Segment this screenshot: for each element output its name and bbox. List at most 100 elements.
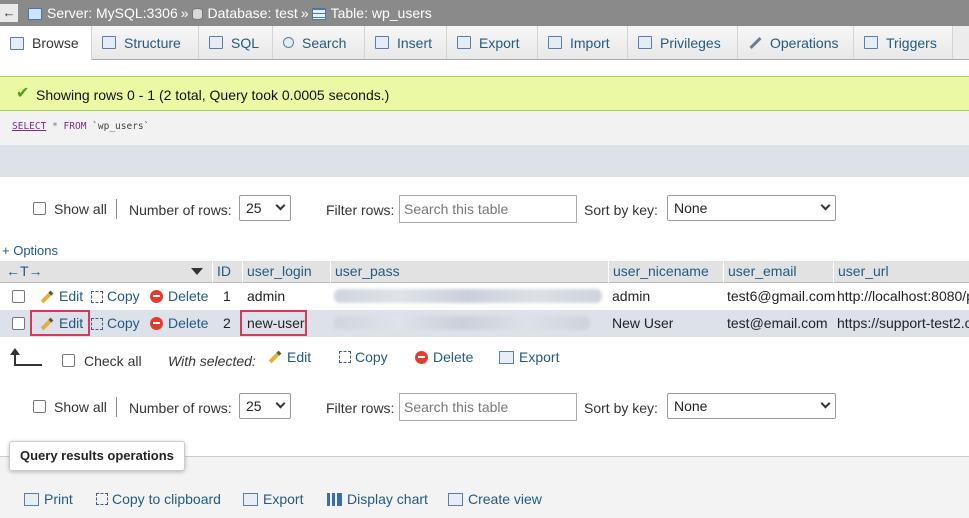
- number-of-rows-label: Number of rows:: [129, 400, 232, 416]
- show-all-checkbox[interactable]: [33, 400, 46, 413]
- sql-icon: [209, 36, 223, 49]
- bulk-export-label: Export: [519, 348, 560, 365]
- column-arrows-icon[interactable]: ←T→: [6, 261, 43, 281]
- table-row: Edit Copy Delete 1 admin admin test6@gma…: [0, 283, 969, 310]
- select-value: 25: [246, 200, 262, 216]
- insert-icon: [375, 36, 389, 49]
- options-link[interactable]: + Options: [2, 243, 58, 258]
- tab-label: Import: [570, 34, 610, 51]
- tab-bar: Browse Structure SQL Search Insert Expor…: [0, 26, 969, 60]
- filter-rows-input[interactable]: Search this table: [399, 393, 577, 421]
- privileges-icon: [638, 36, 652, 49]
- delete-link[interactable]: Delete: [150, 283, 208, 310]
- display-chart-link[interactable]: Display chart: [327, 490, 428, 508]
- delete-label: Delete: [168, 288, 209, 304]
- bulk-edit-label: Edit: [287, 348, 312, 365]
- tab-label: Privileges: [660, 34, 721, 51]
- sort-by-key-label: Sort by key:: [584, 202, 658, 218]
- number-of-rows-select[interactable]: 25: [239, 393, 291, 419]
- import-icon: [548, 36, 562, 49]
- breadcrumb-table[interactable]: Table: wp_users: [331, 4, 432, 22]
- column-header-user-nicename[interactable]: user_nicename: [608, 261, 723, 283]
- breadcrumb-server[interactable]: Server: MySQL:3306: [47, 4, 178, 22]
- search-icon: [283, 37, 294, 48]
- bulk-copy-label: Copy: [355, 348, 388, 365]
- tab-search[interactable]: Search: [273, 26, 365, 59]
- tab-operations[interactable]: Operations: [738, 26, 854, 59]
- bulk-copy-button[interactable]: Copy: [339, 344, 388, 370]
- copy-link[interactable]: Copy: [91, 283, 140, 310]
- copy-to-clipboard-link[interactable]: Copy to clipboard: [96, 490, 221, 508]
- tab-import[interactable]: Import: [538, 26, 628, 59]
- column-header-user-pass[interactable]: user_pass: [330, 261, 608, 283]
- print-link[interactable]: Print: [24, 490, 73, 508]
- cell-id[interactable]: 2: [223, 310, 231, 337]
- cell-user-url[interactable]: http://localhost:8080/pr: [837, 283, 969, 310]
- checkmark-icon: ✔: [16, 85, 30, 102]
- create-view-link[interactable]: Create view: [448, 490, 542, 508]
- cell-user-login[interactable]: admin: [247, 283, 285, 310]
- tab-triggers[interactable]: Triggers: [854, 26, 953, 59]
- show-all-label: Show all: [54, 399, 107, 415]
- number-of-rows-label: Number of rows:: [129, 202, 232, 218]
- cell-id[interactable]: 1: [223, 283, 231, 310]
- delete-link[interactable]: Delete: [150, 310, 208, 337]
- check-all-label[interactable]: Check all: [84, 352, 142, 370]
- tab-sql[interactable]: SQL: [199, 26, 273, 59]
- column-header-user-url[interactable]: user_url: [833, 261, 969, 283]
- copy-icon: [96, 493, 108, 505]
- number-of-rows-select[interactable]: 25: [239, 195, 291, 221]
- cell-user-nicename[interactable]: New User: [612, 310, 673, 337]
- column-header-user-email[interactable]: user_email: [723, 261, 833, 283]
- cell-user-url[interactable]: https://support-test2.or: [837, 310, 969, 337]
- back-arrow-icon[interactable]: ←: [0, 4, 18, 22]
- check-all-checkbox[interactable]: [62, 354, 75, 367]
- top-navigation-row: Show all Number of rows: 25 Filter rows:…: [0, 193, 969, 225]
- tab-label: SQL: [231, 34, 260, 51]
- breadcrumb: Server: MySQL:3306 » Database: test » Ta…: [28, 4, 432, 22]
- bulk-delete-button[interactable]: Delete: [415, 344, 473, 370]
- cell-user-email[interactable]: test6@gmail.com: [727, 283, 835, 310]
- column-header-user-login[interactable]: user_login: [242, 261, 330, 283]
- tab-privileges[interactable]: Privileges: [628, 26, 738, 59]
- delete-icon: [150, 317, 163, 330]
- database-icon: [191, 8, 203, 20]
- column-header-id[interactable]: ID: [212, 261, 242, 283]
- row-checkbox[interactable]: [12, 290, 25, 303]
- status-message: Showing rows 0 - 1 (2 total, Query took …: [36, 87, 390, 103]
- cell-user-email[interactable]: test@email.com: [727, 310, 828, 337]
- breadcrumb-database[interactable]: Database: test: [208, 4, 298, 22]
- sql-star: *: [52, 121, 58, 132]
- sort-by-key-select[interactable]: None: [667, 195, 836, 221]
- tab-structure[interactable]: Structure: [92, 26, 199, 59]
- query-results-operations-title: Query results operations: [9, 441, 185, 471]
- sql-query: SELECT * FROM `wp_users`: [12, 121, 149, 132]
- tab-label: Insert: [397, 34, 433, 51]
- sort-dropdown-icon[interactable]: [191, 268, 203, 275]
- chevron-down-icon: [820, 398, 831, 409]
- edit-link[interactable]: Edit: [40, 283, 83, 310]
- display-chart-label: Display chart: [347, 491, 428, 507]
- table-icon: [311, 8, 326, 20]
- cell-user-nicename[interactable]: admin: [612, 283, 650, 310]
- select-value: None: [674, 398, 708, 414]
- bulk-export-button[interactable]: Export: [499, 344, 559, 370]
- filter-rows-input[interactable]: Search this table: [399, 195, 577, 223]
- export-icon: [457, 36, 471, 49]
- row-checkbox[interactable]: [12, 317, 25, 330]
- bulk-edit-button[interactable]: Edit: [268, 344, 311, 370]
- copy-link[interactable]: Copy: [91, 310, 140, 337]
- with-selected-label: With selected:: [168, 353, 256, 369]
- show-all-checkbox[interactable]: [33, 202, 46, 215]
- delete-label: Delete: [168, 315, 209, 331]
- export-link[interactable]: Export: [243, 490, 303, 508]
- create-view-icon: [448, 492, 463, 506]
- bottom-navigation-row: Show all Number of rows: 25 Filter rows:…: [0, 391, 969, 423]
- show-all-label: Show all: [54, 201, 107, 217]
- tab-browse[interactable]: Browse: [0, 26, 92, 60]
- tab-insert[interactable]: Insert: [365, 26, 447, 59]
- sort-by-key-select[interactable]: None: [667, 393, 836, 419]
- sql-keyword-select[interactable]: SELECT: [12, 121, 46, 132]
- tab-label: Structure: [124, 34, 181, 51]
- tab-export[interactable]: Export: [447, 26, 538, 59]
